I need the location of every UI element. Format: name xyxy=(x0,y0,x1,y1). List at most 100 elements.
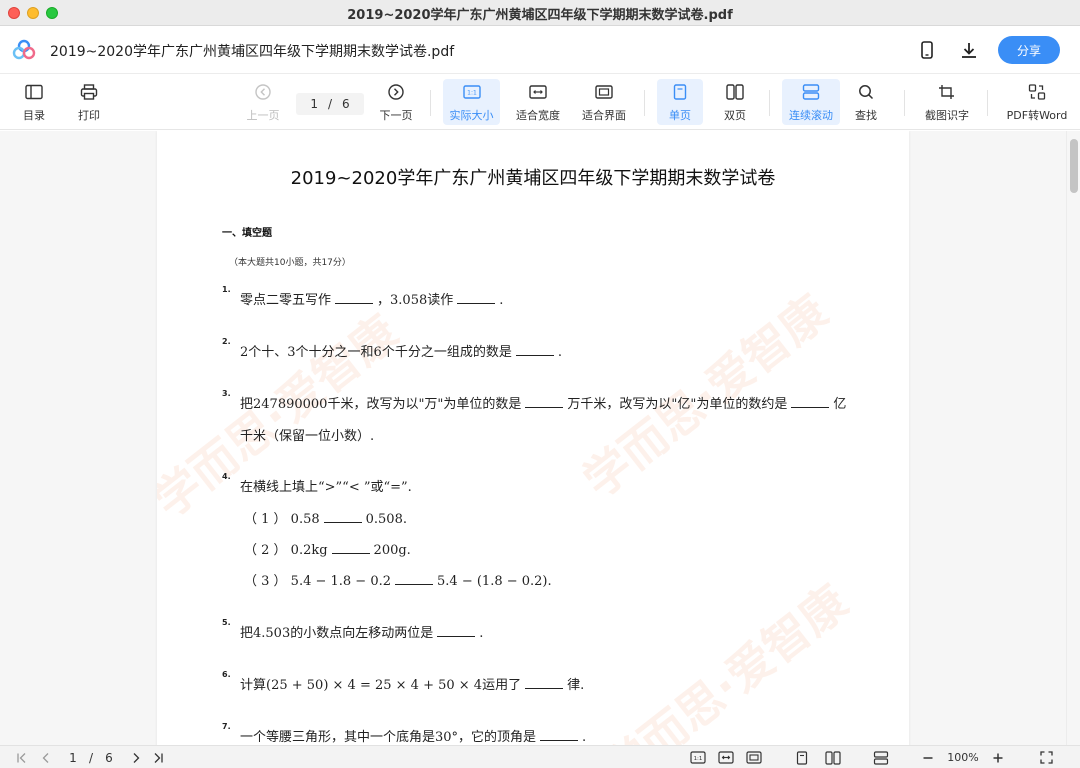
sidebar-toggle-icon xyxy=(25,84,43,103)
next-page-label: 下一页 xyxy=(379,109,413,122)
page-number-input[interactable]: 1 / 6 xyxy=(296,93,364,115)
actual-size-icon: 1:1 xyxy=(462,84,481,103)
svg-text:1:1: 1:1 xyxy=(467,90,477,97)
answer-blank xyxy=(515,344,554,356)
pdf-page: 学而思·爱智康 学而思·爱智康 学而思·爱智康 2019~2020学年广东广州黄… xyxy=(157,131,909,745)
question-text: 200g. xyxy=(373,543,411,558)
zoom-out-icon[interactable] xyxy=(920,749,936,766)
page-separator: / xyxy=(327,97,333,111)
question-text: 千米（保留一位小数）. xyxy=(240,429,375,444)
pdf-to-word-button[interactable]: PDF转Word xyxy=(1002,79,1072,125)
status-page-separator: / xyxy=(88,750,94,765)
scrollbar-thumb[interactable] xyxy=(1070,139,1078,193)
single-page-icon[interactable] xyxy=(792,749,812,766)
fit-window-button[interactable]: 适合界面 xyxy=(578,79,630,125)
print-button[interactable]: 打印 xyxy=(71,79,107,125)
document-viewport[interactable]: 学而思·爱智康 学而思·爱智康 学而思·爱智康 2019~2020学年广东广州黄… xyxy=(0,131,1080,745)
continuous-scroll-icon xyxy=(802,84,820,103)
pdf-to-word-label: PDF转Word xyxy=(1006,109,1068,122)
fit-width-icon[interactable] xyxy=(716,749,736,766)
double-page-icon xyxy=(726,84,744,103)
answer-blank xyxy=(437,625,476,637)
search-icon xyxy=(858,84,874,103)
first-page-icon[interactable] xyxy=(14,749,30,766)
toolbar: 目录 打印 上一页 1 / 6 下一页 1:1 实际大小 适合宽度 适合界面 单… xyxy=(0,74,1080,130)
actual-size-label: 实际大小 xyxy=(449,109,494,122)
single-page-button[interactable]: 单页 xyxy=(657,79,703,125)
answer-blank xyxy=(395,573,434,585)
ocr-button[interactable]: 截图识字 xyxy=(920,79,974,125)
vertical-scrollbar[interactable] xyxy=(1066,131,1080,745)
next-page-button[interactable]: 下一页 xyxy=(376,79,416,125)
status-total-pages: 6 xyxy=(105,750,113,765)
question-text: 一个等腰三角形，其中一个底角是30°，它的顶角是 xyxy=(240,730,537,745)
question-number: 7. xyxy=(222,722,231,731)
answer-blank xyxy=(791,396,830,408)
actual-size-button[interactable]: 1:1 实际大小 xyxy=(443,79,500,125)
svg-text:1:1: 1:1 xyxy=(694,756,703,762)
double-page-label: 双页 xyxy=(724,109,746,122)
arrow-left-circle-icon xyxy=(255,84,271,103)
continuous-scroll-icon[interactable] xyxy=(870,749,892,766)
zoom-in-icon[interactable] xyxy=(990,749,1006,766)
toolbar-divider xyxy=(430,90,431,116)
fit-window-icon[interactable] xyxy=(744,749,764,766)
prev-page-button[interactable]: 上一页 xyxy=(243,79,283,125)
last-page-icon[interactable] xyxy=(150,749,166,766)
continuous-scroll-button[interactable]: 连续滚动 xyxy=(782,79,840,125)
share-button[interactable]: 分享 xyxy=(998,36,1060,64)
question-number: 2. xyxy=(222,337,231,346)
zoom-level[interactable]: 100% xyxy=(943,749,983,766)
answer-blank xyxy=(525,396,564,408)
question-text: . xyxy=(479,626,484,641)
question-text: 0.508. xyxy=(365,512,407,527)
question-text: （ 3 ） 5.4 − 1.8 − 0.2 xyxy=(244,574,392,589)
double-page-button[interactable]: 双页 xyxy=(715,79,755,125)
question-text: 零点二零五写作 xyxy=(240,293,332,308)
fit-window-icon xyxy=(595,84,613,103)
question-text: . xyxy=(499,293,504,308)
continuous-scroll-label: 连续滚动 xyxy=(789,109,833,122)
question-number: 1. xyxy=(222,285,231,294)
toolbar-divider xyxy=(644,90,645,116)
question-text: 把247890000千米，改写为以"万"为单位的数是 xyxy=(240,397,522,412)
document-title: 2019~2020学年广东广州黄埔区四年级下学期期末数学试卷.pdf xyxy=(50,44,455,60)
question-text: 2个十、3个十分之一和6个千分之一组成的数是 xyxy=(240,345,512,360)
download-icon[interactable] xyxy=(957,38,981,62)
crop-icon xyxy=(938,84,956,103)
question-text: 计算(25 + 50) × 4 = 25 × 4 + 50 × 4运用了 xyxy=(240,678,522,693)
prev-page-icon[interactable] xyxy=(38,749,54,766)
question-text: 5.4 − (1.8 − 0.2). xyxy=(437,574,552,589)
double-page-icon[interactable] xyxy=(822,749,844,766)
question-number: 4. xyxy=(222,472,231,481)
answer-blank xyxy=(457,292,496,304)
answer-blank xyxy=(335,292,374,304)
section-heading: 一、填空题 xyxy=(222,228,272,239)
question-text: . xyxy=(582,730,587,745)
catalog-label: 目录 xyxy=(23,109,45,122)
fullscreen-icon[interactable] xyxy=(1036,749,1056,766)
question-text: 在横线上填上“>”“< ”或“=”. xyxy=(240,480,412,495)
find-button[interactable]: 查找 xyxy=(848,79,884,125)
catalog-button[interactable]: 目录 xyxy=(16,79,52,125)
fit-width-button[interactable]: 适合宽度 xyxy=(512,79,564,125)
status-current-page[interactable]: 1 xyxy=(64,749,82,766)
prev-page-label: 上一页 xyxy=(246,109,280,122)
single-page-label: 单页 xyxy=(669,109,691,122)
app-header: 2019~2020学年广东广州黄埔区四年级下学期期末数学试卷.pdf 分享 xyxy=(0,26,1080,74)
answer-blank xyxy=(323,511,362,523)
next-page-icon[interactable] xyxy=(128,749,144,766)
total-pages: 6 xyxy=(342,97,350,111)
question-text: . xyxy=(557,345,562,360)
section-note: （本大题共10小题，共17分） xyxy=(229,258,351,268)
fit-width-icon xyxy=(529,84,547,103)
question-text: ，3.058读作 xyxy=(377,293,454,308)
question-text: 亿 xyxy=(833,397,847,412)
window-title: 2019~2020学年广东广州黄埔区四年级下学期期末数学试卷.pdf xyxy=(347,8,733,23)
actual-size-icon[interactable]: 1:1 xyxy=(688,749,708,766)
phone-icon[interactable] xyxy=(915,38,939,62)
question-text: 律. xyxy=(567,678,585,693)
printer-icon xyxy=(80,84,98,103)
answer-blank xyxy=(331,542,370,554)
status-bar: 1 / 6 1:1 100% xyxy=(0,745,1080,768)
